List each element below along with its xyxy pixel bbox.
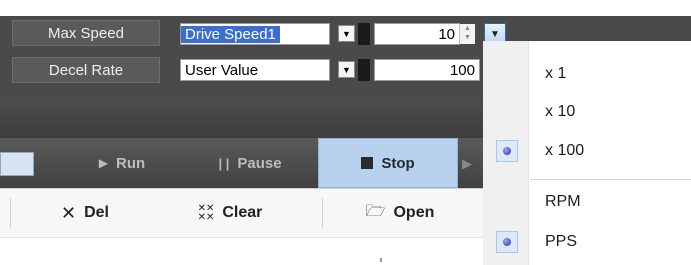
menu-item-x1[interactable]: x 1 xyxy=(545,62,566,86)
decel-rate-combo[interactable]: User Value xyxy=(180,59,330,81)
decel-rate-label-text: Decel Rate xyxy=(48,61,124,79)
close-icon: ✕ xyxy=(61,202,77,223)
radio-selected-indicator xyxy=(496,231,518,253)
chevron-down-icon: ▼ xyxy=(490,28,500,40)
max-speed-numeric-value: 10 xyxy=(438,25,455,43)
run-label: Run xyxy=(116,154,146,172)
menu-item-rpm-label: RPM xyxy=(545,193,581,210)
max-speed-label-text: Max Speed xyxy=(48,24,124,42)
next-play-icon: ▶ xyxy=(462,156,472,171)
menu-item-x100-label: x 100 xyxy=(545,142,585,159)
delete-button[interactable]: ✕ Del xyxy=(40,188,130,238)
run-button[interactable]: ▶ Run xyxy=(72,138,172,188)
toolbar-spinner-control[interactable] xyxy=(0,152,34,176)
partial-mark xyxy=(380,258,382,262)
menu-item-x10-label: x 10 xyxy=(545,103,576,120)
top-cropped-text xyxy=(0,0,691,16)
menu-item-pps[interactable]: PPS xyxy=(545,230,577,254)
max-speed-dropdown-arrow[interactable]: ▼ xyxy=(338,25,355,42)
action-divider xyxy=(322,198,323,228)
max-speed-combo[interactable]: Drive Speed1 xyxy=(180,23,330,45)
max-speed-spinner[interactable]: ▲ ▼ xyxy=(459,24,475,44)
menu-item-x100[interactable]: x 100 xyxy=(545,139,584,163)
clear-label: Clear xyxy=(222,204,263,221)
radio-selected-indicator xyxy=(496,140,518,162)
decel-rate-label: Decel Rate xyxy=(12,57,160,83)
max-speed-numeric-field[interactable]: 10 xyxy=(374,23,460,45)
decel-rate-numeric-field[interactable]: 100 xyxy=(374,59,480,81)
open-button[interactable]: 🗁 Open xyxy=(345,188,455,238)
pause-button[interactable]: | | Pause xyxy=(195,138,305,188)
decel-rate-combo-value: User Value xyxy=(185,61,259,79)
menu-item-x1-label: x 1 xyxy=(545,65,567,82)
decel-rate-numeric-value: 100 xyxy=(449,61,475,79)
delete-label: Del xyxy=(84,204,109,221)
clear-icon: ✕✕ ✕✕ xyxy=(197,203,215,223)
max-speed-divider xyxy=(358,23,370,45)
decel-rate-dropdown-arrow[interactable]: ▼ xyxy=(338,61,355,78)
menu-item-pps-label: PPS xyxy=(545,233,578,250)
pause-label: Pause xyxy=(237,154,282,172)
play-icon: ▶ xyxy=(98,156,109,170)
stop-label: Stop xyxy=(381,154,415,172)
max-speed-combo-value: Drive Speed1 xyxy=(181,25,280,43)
action-left-divider xyxy=(10,198,11,228)
decel-rate-divider xyxy=(358,59,370,81)
menu-separator xyxy=(530,179,691,180)
menu-item-rpm[interactable]: RPM xyxy=(545,190,581,214)
folder-open-icon: 🗁 xyxy=(365,202,386,220)
open-label: Open xyxy=(393,204,435,221)
clear-button[interactable]: ✕✕ ✕✕ Clear xyxy=(175,188,285,238)
max-speed-label: Max Speed xyxy=(12,20,160,46)
panel-right-strip xyxy=(495,16,691,41)
pause-icon: | | xyxy=(218,155,230,171)
stop-icon xyxy=(361,157,374,169)
stop-button[interactable]: Stop xyxy=(318,138,458,188)
panel-separator-band xyxy=(0,98,495,138)
menu-item-x10[interactable]: x 10 xyxy=(545,100,575,124)
